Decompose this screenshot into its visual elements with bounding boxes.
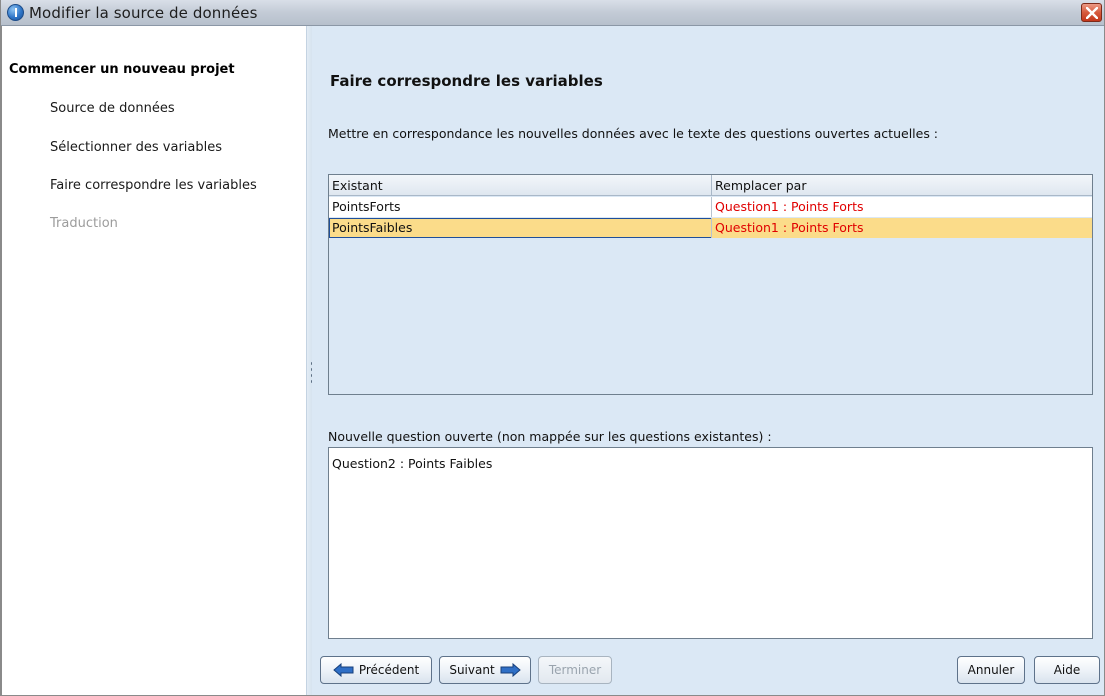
cell-divider	[711, 197, 712, 217]
finish-button: Terminer	[538, 656, 612, 684]
cancel-button[interactable]: Annuler	[957, 656, 1025, 684]
previous-button[interactable]: Précédent	[320, 656, 432, 684]
step-source-de-donnees: Source de données	[50, 101, 175, 116]
cancel-button-label: Annuler	[967, 663, 1015, 677]
mapping-table: Existant Remplacer par PointsForts Quest…	[328, 174, 1093, 395]
wizard-steps-pane	[1, 26, 306, 695]
next-button-label: Suivant	[449, 663, 495, 677]
app-info-icon	[7, 4, 24, 21]
arrow-left-icon	[333, 663, 354, 677]
dialog-window: Modifier la source de données Commencer …	[0, 0, 1105, 696]
close-button[interactable]	[1081, 3, 1102, 22]
new-questions-label: Nouvelle question ouverte (non mappée su…	[328, 429, 772, 444]
column-header-remplacer-par[interactable]: Remplacer par	[715, 178, 806, 193]
column-divider[interactable]	[711, 175, 712, 196]
finish-button-label: Terminer	[548, 663, 602, 677]
step-selectionner-variables: Sélectionner des variables	[50, 140, 222, 155]
window-title: Modifier la source de données	[29, 4, 258, 22]
page-title: Faire correspondre les variables	[330, 72, 603, 90]
step-traduction: Traduction	[50, 216, 118, 231]
cell-focus-box	[329, 218, 712, 238]
column-header-existant[interactable]: Existant	[332, 178, 383, 193]
instruction-text: Mettre en correspondance les nouvelles d…	[328, 126, 939, 141]
table-row-selected[interactable]: PointsFaibles Question1 : Points Forts	[329, 218, 1092, 238]
new-questions-list[interactable]: Question2 : Points Faibles	[328, 447, 1093, 639]
cell-replace[interactable]: Question1 : Points Forts	[715, 199, 864, 214]
help-button-label: Aide	[1053, 663, 1081, 677]
main-panel: Faire correspondre les variables Mettre …	[312, 26, 1104, 695]
step-faire-correspondre: Faire correspondre les variables	[50, 178, 257, 193]
title-bar[interactable]: Modifier la source de données	[1, 0, 1104, 26]
cell-replace[interactable]: Question1 : Points Forts	[715, 220, 864, 235]
table-row[interactable]: PointsForts Question1 : Points Forts	[329, 197, 1092, 217]
cell-existing[interactable]: PointsForts	[332, 199, 401, 214]
list-item[interactable]: Question2 : Points Faibles	[332, 456, 492, 471]
help-button[interactable]: Aide	[1034, 656, 1100, 684]
close-icon	[1086, 7, 1098, 19]
table-header: Existant Remplacer par	[329, 175, 1092, 196]
arrow-right-icon	[500, 663, 521, 677]
previous-button-label: Précédent	[358, 663, 420, 677]
next-button[interactable]: Suivant	[439, 656, 531, 684]
cell-divider	[711, 218, 712, 238]
steps-heading: Commencer un nouveau projet	[9, 62, 235, 77]
